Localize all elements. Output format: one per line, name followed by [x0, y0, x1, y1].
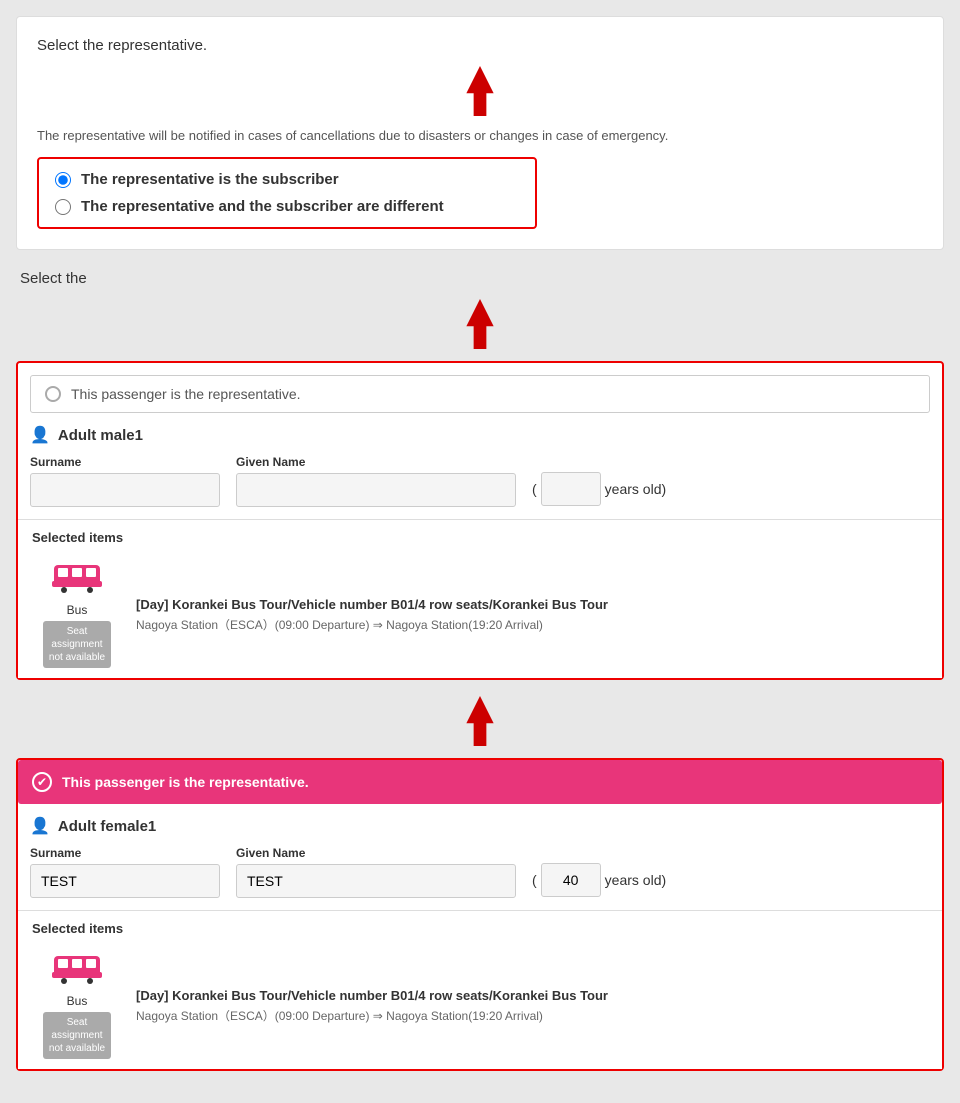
radio-input-2[interactable] — [55, 199, 71, 215]
passenger-section-2: ✔ This passenger is the representative. … — [16, 758, 944, 1071]
item-title-2: [Day] Korankei Bus Tour/Vehicle number B… — [136, 988, 928, 1003]
age-paren-open-1: ( — [532, 481, 537, 497]
age-input-1[interactable] — [541, 472, 601, 506]
given-name-label-2: Given Name — [236, 846, 516, 860]
age-paren-open-2: ( — [532, 872, 537, 888]
bus-label-2: Bus — [67, 994, 88, 1008]
surname-group-1: Surname — [30, 455, 220, 507]
section-title: Select the representative. — [37, 37, 923, 54]
age-input-2[interactable] — [541, 863, 601, 897]
selected-items-2: Selected items — [18, 910, 942, 1069]
radio-group-box: The representative is the subscriber The… — [37, 157, 537, 229]
selected-item-row-1: Bus Seatassignmentnot available [Day] Ko… — [18, 551, 942, 678]
surname-label-2: Surname — [30, 846, 220, 860]
radio-option-1[interactable]: The representative is the subscriber — [55, 171, 519, 188]
rep-check-circle-2: ✔ — [32, 772, 52, 792]
radio-option-2[interactable]: The representative and the subscriber ar… — [55, 198, 519, 215]
passenger-type-2: 👤 Adult female1 — [30, 816, 930, 836]
age-group-2: ( years old) — [532, 863, 666, 897]
form-row-1: Surname Given Name ( years old) — [30, 455, 930, 507]
passenger-type-label-1: Adult male1 — [58, 427, 143, 444]
surname-label-1: Surname — [30, 455, 220, 469]
selected-items-title-1: Selected items — [18, 520, 942, 551]
selected-items-title-2: Selected items — [18, 911, 942, 942]
rep-bar-text-1: This passenger is the representative. — [71, 386, 301, 402]
age-group-1: ( years old) — [532, 472, 666, 506]
selected-items-1: Selected items — [18, 519, 942, 678]
form-row-2: Surname Given Name ( years old) — [30, 846, 930, 898]
select-the-label-row: Select the — [16, 266, 944, 287]
passenger-2-inner: 👤 Adult female1 Surname Given Name ( — [18, 816, 942, 910]
notification-text: The representative will be notified in c… — [37, 128, 923, 143]
age-label-1: years old) — [605, 481, 666, 497]
item-title-1: [Day] Korankei Bus Tour/Vehicle number B… — [136, 597, 928, 612]
passenger-1-inner: 👤 Adult male1 Surname Given Name ( — [18, 425, 942, 519]
bus-icon-1 — [52, 561, 102, 601]
arrow-indicator-2 — [16, 299, 944, 349]
passenger-card-1: This passenger is the representative. 👤 … — [16, 361, 944, 680]
rep-radio-circle-1 — [45, 386, 61, 402]
rep-bar-2[interactable]: ✔ This passenger is the representative. — [18, 760, 942, 804]
radio-input-1[interactable] — [55, 172, 71, 188]
bus-icon-box-2: Bus Seatassignmentnot available — [32, 952, 122, 1059]
given-name-group-2: Given Name — [236, 846, 516, 898]
age-label-2: years old) — [605, 872, 666, 888]
bus-icon-2 — [52, 952, 102, 992]
arrow-indicator-3 — [16, 696, 944, 746]
item-details-1: [Day] Korankei Bus Tour/Vehicle number B… — [136, 597, 928, 633]
seat-badge-1: Seatassignmentnot available — [43, 621, 111, 668]
passenger-card-2: ✔ This passenger is the representative. … — [16, 758, 944, 1071]
arrow-indicator-1 — [37, 66, 923, 116]
given-name-label-1: Given Name — [236, 455, 516, 469]
radio-label-2: The representative and the subscriber ar… — [81, 198, 444, 215]
bus-label-1: Bus — [67, 603, 88, 617]
passenger-type-label-2: Adult female1 — [58, 818, 156, 835]
bus-icon-box-1: Bus Seatassignmentnot available — [32, 561, 122, 668]
surname-input-1[interactable] — [30, 473, 220, 507]
rep-bar-text-2: This passenger is the representative. — [62, 774, 309, 790]
given-name-group-1: Given Name — [236, 455, 516, 507]
surname-input-2[interactable] — [30, 864, 220, 898]
given-name-input-1[interactable] — [236, 473, 516, 507]
item-subtitle-2: Nagoya Station（ESCA）(09:00 Departure) ⇒ … — [136, 1007, 928, 1024]
given-name-input-2[interactable] — [236, 864, 516, 898]
passenger-section-1: This passenger is the representative. 👤 … — [16, 361, 944, 680]
rep-bar-1[interactable]: This passenger is the representative. — [30, 375, 930, 413]
item-subtitle-1: Nagoya Station（ESCA）(09:00 Departure) ⇒ … — [136, 616, 928, 633]
radio-label-1: The representative is the subscriber — [81, 171, 339, 188]
seat-badge-2: Seatassignmentnot available — [43, 1012, 111, 1059]
item-details-2: [Day] Korankei Bus Tour/Vehicle number B… — [136, 988, 928, 1024]
passenger-type-1: 👤 Adult male1 — [30, 425, 930, 445]
person-icon-2: 👤 — [30, 816, 50, 836]
selected-item-row-2: Bus Seatassignmentnot available [Day] Ko… — [18, 942, 942, 1069]
representative-section: Select the representative. The represent… — [16, 16, 944, 250]
person-icon-1: 👤 — [30, 425, 50, 445]
surname-group-2: Surname — [30, 846, 220, 898]
select-the-label: Select the — [20, 270, 940, 287]
